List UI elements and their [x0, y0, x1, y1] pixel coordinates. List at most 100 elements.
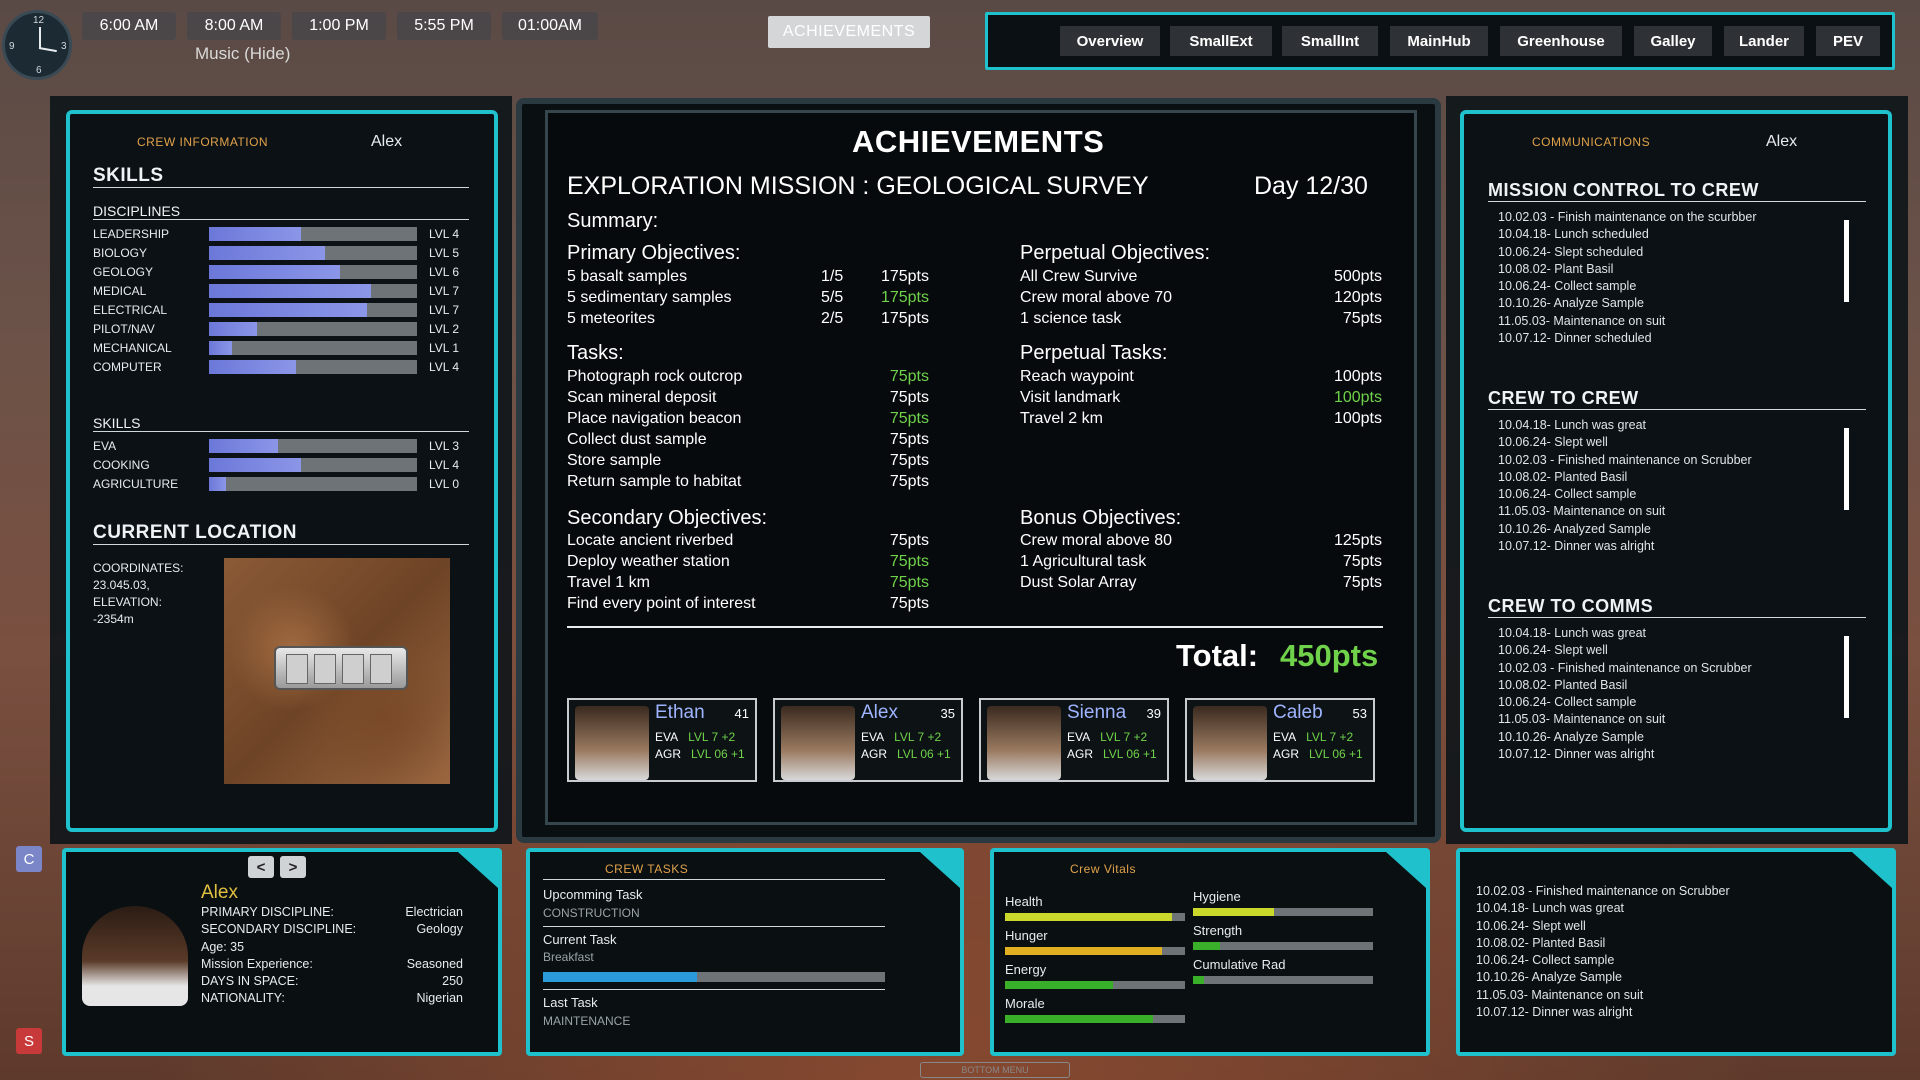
crew-vitals-header: Crew Vitals — [1070, 862, 1136, 876]
message-item[interactable]: 10.06.24- Collect sample — [1498, 279, 1866, 296]
message-item[interactable]: 10.04.18- Lunch was great — [1498, 418, 1866, 435]
vital-label: Strength — [1193, 923, 1243, 938]
settings-toggle-button[interactable]: S — [16, 1028, 42, 1054]
agr-value: LVL 06 +1 — [1103, 747, 1157, 761]
message-item[interactable]: 10.06.24- Slept scheduled — [1498, 245, 1866, 262]
message-item[interactable]: 10.10.26- Analyze Sample — [1498, 730, 1866, 747]
vital-row: Hygiene — [1193, 889, 1373, 923]
location-map-image[interactable] — [224, 558, 450, 784]
message-item[interactable]: 10.02.03 - Finished maintenance on Scrub… — [1498, 661, 1866, 678]
objective-row: Photograph rock outcrop 75pts — [567, 368, 929, 389]
profile-row-label: PRIMARY DISCIPLINE: — [201, 905, 334, 919]
message-item[interactable]: 10.06.24- Slept well — [1498, 643, 1866, 660]
music-toggle[interactable]: Music (Hide) — [195, 44, 290, 64]
time-1am-button[interactable]: 01:00AM — [502, 12, 598, 40]
skill-level-bar — [209, 321, 417, 336]
rover-icon — [274, 646, 408, 690]
skill-row: EVA LVL 3 — [93, 436, 479, 455]
crew-card-sienna[interactable]: Sienna 39 EVA LVL 7 +2 AGR LVL 06 +1 — [979, 698, 1169, 782]
message-item[interactable]: 10.06.24- Collect sample — [1498, 695, 1866, 712]
message-item[interactable]: 11.05.03- Maintenance on suit — [1498, 504, 1866, 521]
skill-level: LVL 5 — [429, 245, 460, 260]
message-item[interactable]: 10.02.03 - Finished maintenance on Scrub… — [1498, 453, 1866, 470]
next-crew-button[interactable]: > — [280, 856, 306, 878]
objective-label: Travel 2 km — [1020, 410, 1103, 427]
message-item[interactable]: 10.07.12- Dinner was alright — [1498, 747, 1866, 764]
skill-label: COMPUTER — [93, 359, 162, 374]
log-item: 10.04.18- Lunch was great — [1476, 901, 1625, 916]
vital-label: Energy — [1005, 962, 1047, 977]
message-item[interactable]: 10.04.18- Lunch was great — [1498, 626, 1866, 643]
previous-crew-button[interactable]: < — [248, 856, 274, 878]
agr-label: AGR — [655, 747, 682, 761]
crew-card-caleb[interactable]: Caleb 53 EVA LVL 7 +2 AGR LVL 06 +1 — [1185, 698, 1375, 782]
comms-scrollbar[interactable] — [1844, 220, 1849, 302]
time-8am-button[interactable]: 8:00 AM — [187, 12, 281, 40]
upcoming-task-label: Upcomming Task — [543, 887, 643, 902]
message-item[interactable]: 10.07.12- Dinner scheduled — [1498, 331, 1866, 348]
eva-value: LVL 7 +2 — [1100, 730, 1148, 744]
eva-value: LVL 7 +2 — [688, 730, 736, 744]
time-555pm-button[interactable]: 5:55 PM — [397, 12, 491, 40]
clock-widget: 12 3 6 9 — [2, 10, 72, 80]
objective-label: 5 sedimentary samples — [567, 289, 732, 306]
message-item[interactable]: 10.07.12- Dinner was alright — [1498, 539, 1866, 556]
objective-points: 125pts — [1333, 532, 1382, 549]
profile-row-label: SECONDARY DISCIPLINE: — [201, 922, 357, 937]
vital-row: Morale — [1005, 996, 1185, 1030]
coordinates-value: 23.045.03, — [93, 578, 150, 592]
vital-bar — [1193, 908, 1373, 916]
skill-row: COMPUTER LVL 4 — [93, 357, 479, 376]
objective-row: Return sample to habitat 75pts — [567, 473, 929, 494]
skill-label: COOKING — [93, 457, 150, 472]
tab-greenhouse[interactable]: Greenhouse — [1500, 26, 1622, 56]
crew-panel-toggle-button[interactable]: C — [16, 846, 42, 872]
message-item[interactable]: 10.08.02- Planted Basil — [1498, 678, 1866, 695]
tab-smallext[interactable]: SmallExt — [1170, 26, 1272, 56]
message-item[interactable]: 10.04.18- Lunch scheduled — [1498, 227, 1866, 244]
message-item[interactable]: 10.06.24- Slept well — [1498, 435, 1866, 452]
tab-galley[interactable]: Galley — [1634, 26, 1712, 56]
message-item[interactable]: 11.05.03- Maintenance on suit — [1498, 712, 1866, 729]
crew-card-age: 35 — [940, 706, 955, 721]
message-item[interactable]: 10.08.02- Planted Basil — [1498, 470, 1866, 487]
skill-level-fill — [209, 476, 226, 491]
objective-points: 100pts — [1333, 368, 1382, 385]
tab-lander[interactable]: Lander — [1724, 26, 1804, 56]
comms-scrollbar[interactable] — [1844, 428, 1849, 510]
log-item: 10.06.24- Collect sample — [1476, 953, 1615, 968]
skill-label: MECHANICAL — [93, 340, 172, 355]
message-item[interactable]: 10.10.26- Analyzed Sample — [1498, 522, 1866, 539]
message-item[interactable]: 10.10.26- Analyze Sample — [1498, 296, 1866, 313]
message-item[interactable]: 11.05.03- Maintenance on suit — [1498, 314, 1866, 331]
tab-overview[interactable]: Overview — [1060, 26, 1160, 56]
skill-level: LVL 3 — [429, 438, 460, 453]
skills-title: SKILLS — [93, 165, 469, 188]
objective-points: 75pts — [1342, 574, 1382, 591]
mission-day: Day 12/30 — [1254, 172, 1368, 200]
message-item[interactable]: 10.06.24- Collect sample — [1498, 487, 1866, 504]
bottom-menu-button[interactable]: BOTTOM MENU — [920, 1062, 1070, 1078]
skill-label: AGRICULTURE — [93, 476, 179, 491]
achievements-button[interactable]: ACHIEVEMENTS — [768, 16, 930, 48]
comms-section: MISSION CONTROL TO CREW 10.02.03 - Finish… — [1488, 180, 1866, 388]
elevation-label: ELEVATION: — [93, 595, 162, 609]
objective-points: 75pts — [1342, 553, 1382, 570]
tab-pev[interactable]: PEV — [1816, 26, 1880, 56]
comms-scrollbar[interactable] — [1844, 636, 1849, 718]
tab-smallint[interactable]: SmallInt — [1282, 26, 1378, 56]
time-6am-button[interactable]: 6:00 AM — [82, 12, 176, 40]
crew-card-alex[interactable]: Alex 35 EVA LVL 7 +2 AGR LVL 06 +1 — [773, 698, 963, 782]
message-item[interactable]: 10.08.02- Plant Basil — [1498, 262, 1866, 279]
objective-points: 75pts — [889, 473, 929, 490]
time-1pm-button[interactable]: 1:00 PM — [292, 12, 386, 40]
message-item[interactable]: 10.02.03 - Finish maintenance on the scu… — [1498, 210, 1866, 227]
objective-points: 75pts — [889, 431, 929, 448]
profile-row-value: Geology — [416, 922, 463, 937]
vital-fill — [1193, 908, 1274, 916]
vital-row: Cumulative Rad — [1193, 957, 1373, 991]
tab-mainhub[interactable]: MainHub — [1390, 26, 1488, 56]
crew-card-ethan[interactable]: Ethan 41 EVA LVL 7 +2 AGR LVL 06 +1 — [567, 698, 757, 782]
skills-list: EVA LVL 3 COOKING LVL 4 AGRICULTURE LVL 0 — [93, 436, 479, 493]
agr-label: AGR — [861, 747, 888, 761]
